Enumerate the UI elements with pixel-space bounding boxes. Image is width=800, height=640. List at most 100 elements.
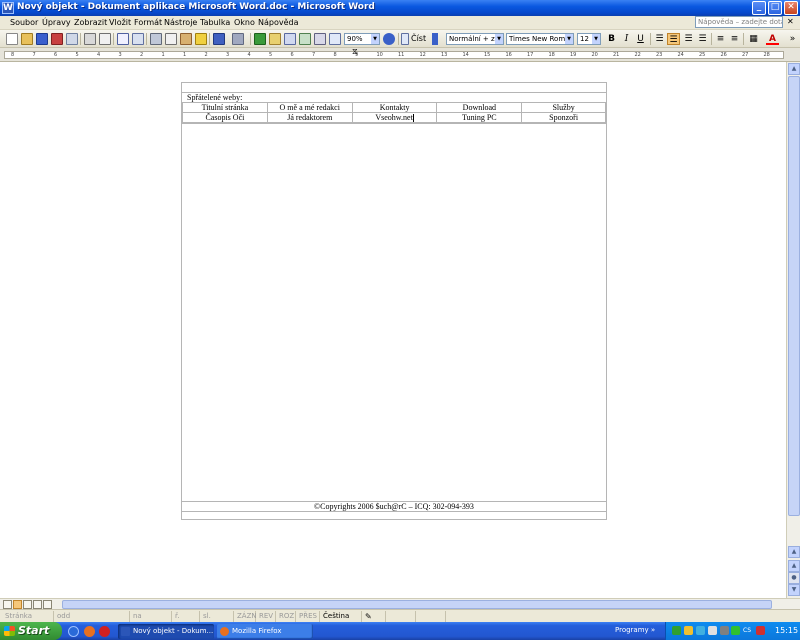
menu-vlozit[interactable]: Vložit — [109, 18, 131, 27]
ie-icon[interactable] — [68, 626, 79, 637]
bold-button[interactable]: B — [605, 33, 618, 45]
minimize-button[interactable]: _ — [752, 1, 766, 15]
tray-app-icon[interactable] — [756, 626, 765, 635]
help-icon[interactable] — [383, 33, 395, 45]
columns-icon[interactable] — [314, 33, 326, 45]
menu-format[interactable]: Formát — [134, 18, 162, 27]
table-cell[interactable]: Download — [436, 102, 523, 113]
align-left-icon[interactable]: ☰ — [653, 33, 666, 45]
language-indicator[interactable]: CS — [743, 627, 751, 634]
tray-app-icon[interactable] — [720, 626, 729, 635]
new-document-icon[interactable] — [6, 33, 18, 45]
font-size-select[interactable]: 12 ▼ — [577, 33, 601, 45]
email-icon[interactable] — [66, 33, 78, 45]
open-folder-icon[interactable] — [21, 33, 33, 45]
menu-tabulka[interactable]: Tabulka — [200, 18, 230, 27]
insert-excel-icon[interactable] — [299, 33, 311, 45]
undo-icon[interactable] — [213, 33, 225, 45]
browse-object-icon[interactable]: ● — [788, 572, 800, 584]
maximize-button[interactable]: □ — [768, 1, 782, 15]
hyperlink-icon[interactable] — [254, 33, 266, 45]
scroll-down-icon[interactable]: ▲ — [788, 546, 800, 558]
horizontal-ruler[interactable]: 8 7 6 5 4 3 2 1 1 2 3 4 5 6 7 8 9 10 11 12 13 14 15 16 17 18 19 20 2… — [0, 48, 800, 62]
insert-table-icon[interactable] — [284, 33, 296, 45]
document-page[interactable]: Spřátelené weby: Titulní stránka O mě a … — [181, 82, 607, 520]
close-document-icon[interactable]: ✕ — [787, 17, 794, 26]
close-button[interactable]: ✕ — [784, 1, 798, 15]
table-cell[interactable]: O mě a mé redakci — [266, 102, 353, 113]
copy-icon[interactable] — [165, 33, 177, 45]
clock[interactable]: 15:15 — [775, 626, 798, 635]
chevron-down-icon[interactable]: ▼ — [371, 34, 379, 44]
help-search-input[interactable]: Nápověda – zadejte dotaz — [695, 16, 783, 28]
table-cell[interactable]: Já redaktorem — [266, 111, 353, 124]
chevron-down-icon[interactable]: ▼ — [565, 34, 573, 44]
menu-zobrazit[interactable]: Zobrazit — [74, 18, 107, 27]
cut-icon[interactable] — [150, 33, 162, 45]
spelling-icon[interactable] — [117, 33, 129, 45]
tray-network-icon[interactable] — [696, 626, 705, 635]
web-layout-icon[interactable] — [13, 600, 22, 609]
save-icon[interactable] — [36, 33, 48, 45]
toolbar-options-icon[interactable]: » — [786, 33, 799, 45]
word-app-icon[interactable]: W — [2, 2, 14, 14]
menu-soubor[interactable]: Soubor — [10, 18, 38, 27]
table-cell[interactable]: Titulní stránka — [182, 102, 268, 113]
chevron-down-icon[interactable]: ▼ — [592, 34, 600, 44]
tray-volume-icon[interactable] — [708, 626, 717, 635]
prev-page-icon[interactable]: ▲ — [788, 560, 800, 572]
reading-view-icon[interactable] — [43, 600, 52, 609]
opera-icon[interactable] — [99, 626, 110, 637]
print-preview-icon[interactable] — [99, 33, 111, 45]
font-select[interactable]: Times New Roman ▼ — [506, 33, 574, 45]
align-right-icon[interactable]: ☰ — [682, 33, 695, 45]
toolbar-grip[interactable] — [432, 33, 438, 45]
tables-borders-icon[interactable] — [269, 33, 281, 45]
research-icon[interactable] — [132, 33, 144, 45]
align-center-icon[interactable]: ☰ — [667, 33, 680, 45]
menu-okno[interactable]: Okno — [234, 18, 255, 27]
normal-view-icon[interactable] — [3, 600, 12, 609]
tray-app-icon[interactable] — [672, 626, 681, 635]
scroll-up-icon[interactable]: ▲ — [788, 63, 800, 75]
task-word-button[interactable]: Nový objekt - Dokum... — [118, 624, 214, 639]
outline-view-icon[interactable] — [33, 600, 42, 609]
table-cell[interactable]: Sponzoři — [521, 111, 606, 124]
status-ovr[interactable]: PŘES — [296, 611, 320, 622]
firefox-icon[interactable] — [84, 626, 95, 637]
read-mode-button[interactable]: Číst — [411, 34, 426, 43]
table-cell[interactable]: Vseohw.net — [351, 111, 438, 124]
tray-app-icon[interactable] — [684, 626, 693, 635]
style-select[interactable]: Normální + zarc ▼ — [446, 33, 504, 45]
borders-icon[interactable]: ▦ — [747, 33, 760, 45]
menu-nastroje[interactable]: Nástroje — [164, 18, 197, 27]
chevron-down-icon[interactable]: ▼ — [495, 34, 503, 44]
italic-button[interactable]: I — [620, 33, 633, 45]
table-cell[interactable]: Služby — [521, 102, 606, 113]
read-mode-icon[interactable] — [401, 33, 409, 45]
status-rec[interactable]: ZÁZN — [234, 611, 257, 622]
menu-napoveda[interactable]: Nápověda — [258, 18, 299, 27]
justify-icon[interactable]: ☰ — [696, 33, 709, 45]
status-trk[interactable]: REV — [256, 611, 276, 622]
bullets-icon[interactable]: ≡ — [728, 33, 741, 45]
menu-upravy[interactable]: Úpravy — [42, 18, 71, 27]
format-painter-icon[interactable] — [195, 33, 207, 45]
font-color-button[interactable]: A — [766, 33, 779, 45]
zoom-select[interactable]: 90% ▼ — [344, 33, 380, 45]
table-cell[interactable]: Časopis Oči — [182, 111, 268, 124]
underline-button[interactable]: U — [634, 33, 647, 45]
start-button[interactable]: Start — [0, 622, 62, 640]
horizontal-scrollbar[interactable] — [0, 598, 800, 609]
tray-app-icon[interactable] — [731, 626, 740, 635]
status-ext[interactable]: ROZ — [276, 611, 296, 622]
permission-icon[interactable] — [51, 33, 63, 45]
spelling-status-icon[interactable]: ✎ — [362, 611, 386, 622]
scroll-thumb[interactable] — [788, 76, 800, 516]
print-icon[interactable] — [84, 33, 96, 45]
print-layout-icon[interactable] — [23, 600, 32, 609]
paste-icon[interactable] — [180, 33, 192, 45]
redo-icon[interactable] — [232, 33, 244, 45]
programs-toolbar[interactable]: Programy » — [615, 626, 655, 634]
drawing-icon[interactable] — [329, 33, 341, 45]
